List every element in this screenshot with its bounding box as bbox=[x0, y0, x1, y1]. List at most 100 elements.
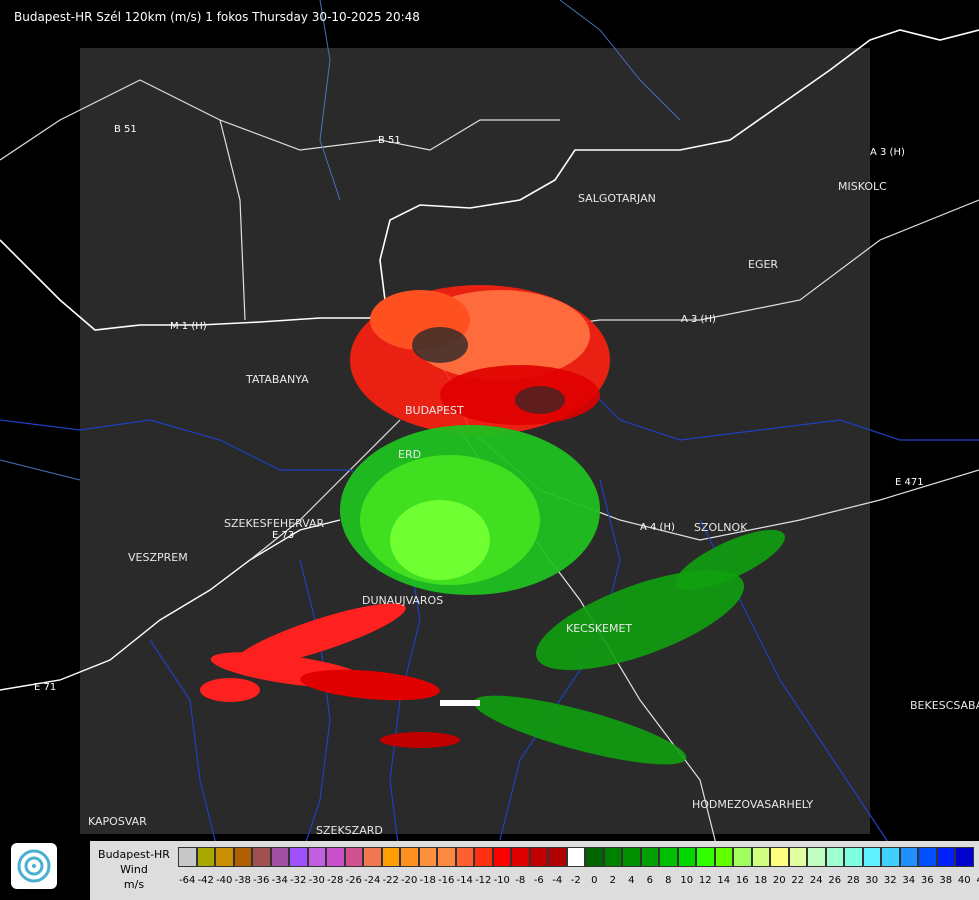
legend-swatch bbox=[474, 847, 493, 867]
city-label: VESZPREM bbox=[128, 551, 188, 564]
road-label: E 471 bbox=[895, 477, 924, 488]
legend-tick: -32 bbox=[290, 875, 307, 886]
legend-tick: 18 bbox=[754, 875, 768, 886]
road-label: B 51 bbox=[378, 135, 401, 146]
legend-tick: -38 bbox=[234, 875, 251, 886]
legend-tick: -34 bbox=[271, 875, 288, 886]
legend-tick: 40 bbox=[957, 875, 971, 886]
city-label: BUDAPEST bbox=[405, 404, 464, 417]
city-label: DUNAUJVAROS bbox=[362, 594, 443, 607]
legend-swatch bbox=[548, 847, 567, 867]
legend-swatch bbox=[825, 847, 844, 867]
legend-swatch bbox=[344, 847, 363, 867]
legend-swatch bbox=[178, 847, 197, 867]
legend-tick: -40 bbox=[216, 875, 233, 886]
legend-swatch bbox=[640, 847, 659, 867]
city-label: MISKOLC bbox=[838, 180, 887, 193]
legend-tick: 16 bbox=[735, 875, 749, 886]
legend-swatch bbox=[788, 847, 807, 867]
legend-swatch bbox=[400, 847, 419, 867]
legend-swatch bbox=[955, 847, 974, 867]
legend-tick: 42 bbox=[974, 875, 979, 889]
legend-swatch bbox=[862, 847, 881, 867]
city-label: BEKESCSABA bbox=[910, 699, 979, 712]
city-label: SZOLNOK bbox=[694, 521, 748, 534]
legend-tick: -28 bbox=[327, 875, 344, 886]
legend-tick: 10 bbox=[680, 875, 694, 886]
legend-tick: 30 bbox=[865, 875, 879, 886]
radar-map: SALGOTARJAN MISKOLC EGER TATABANYA BUDAPEST E… bbox=[0, 0, 979, 861]
legend-swatch bbox=[307, 847, 326, 867]
legend-tick: -36 bbox=[253, 875, 270, 886]
legend-tick: -42 bbox=[197, 875, 214, 886]
legend-swatch bbox=[807, 847, 826, 867]
service-logo-icon bbox=[11, 843, 57, 889]
legend-tick: 20 bbox=[772, 875, 786, 886]
legend-tick: 14 bbox=[717, 875, 731, 886]
legend-tick: -18 bbox=[419, 875, 436, 886]
legend-swatch bbox=[659, 847, 678, 867]
legend-swatch bbox=[381, 847, 400, 867]
legend-swatch bbox=[215, 847, 234, 867]
legend-tick: 32 bbox=[883, 875, 897, 886]
legend-swatch bbox=[455, 847, 474, 867]
legend-swatch bbox=[196, 847, 215, 867]
legend-tick: -10 bbox=[493, 875, 510, 886]
legend-swatch bbox=[733, 847, 752, 867]
road-label: A 4 (H) bbox=[640, 522, 675, 533]
legend-tick: 24 bbox=[809, 875, 823, 886]
legend-title-line1: Budapest-HR bbox=[98, 848, 170, 861]
map-title: Budapest-HR Szél 120km (m/s) 1 fokos Thu… bbox=[14, 10, 420, 24]
radar-echo-red-north bbox=[350, 285, 610, 435]
legend-tick: -16 bbox=[438, 875, 455, 886]
legend-tick: -12 bbox=[475, 875, 492, 886]
legend-title-line3: m/s bbox=[123, 878, 145, 891]
legend-swatch bbox=[326, 847, 345, 867]
legend-tick: 36 bbox=[920, 875, 934, 886]
city-label: SZEKSZARD bbox=[316, 824, 383, 837]
color-legend: Budapest-HR Wind m/s -64 -42 -40 -38 -36 -34-… bbox=[90, 841, 979, 900]
city-label: SALGOTARJAN bbox=[578, 192, 656, 205]
legend-swatch bbox=[714, 847, 733, 867]
road-label: A 3 (H) bbox=[870, 147, 905, 158]
legend-swatch bbox=[622, 847, 641, 867]
legend-swatch bbox=[936, 847, 955, 867]
legend-swatch bbox=[511, 847, 530, 867]
legend-swatch bbox=[289, 847, 308, 867]
legend-tick: -14 bbox=[456, 875, 473, 886]
legend-swatches bbox=[178, 847, 974, 869]
legend-swatch bbox=[529, 847, 548, 867]
city-label: SZEKESFEHERVAR bbox=[224, 517, 325, 530]
road-label: B 51 bbox=[114, 124, 137, 135]
legend-tick: -6 bbox=[533, 875, 544, 886]
legend-swatch bbox=[918, 847, 937, 867]
legend-tick: 4 bbox=[628, 875, 635, 886]
legend-tick: 0 bbox=[591, 875, 598, 886]
legend-title: Budapest-HR Wind m/s bbox=[90, 841, 178, 900]
legend-swatch bbox=[770, 847, 789, 867]
legend-tick: 12 bbox=[698, 875, 712, 886]
legend-tick: 38 bbox=[939, 875, 953, 886]
road-label: A 3 (H) bbox=[681, 314, 716, 325]
city-label: HODMEZOVASARHELY bbox=[692, 798, 813, 811]
legend-swatch bbox=[233, 847, 252, 867]
city-label: TATABANYA bbox=[245, 373, 309, 386]
road-label: M 1 (H) bbox=[170, 321, 207, 332]
legend-tick: 26 bbox=[828, 875, 842, 886]
legend-tick: 34 bbox=[902, 875, 916, 886]
city-label: EGER bbox=[748, 258, 778, 271]
legend-swatch bbox=[363, 847, 382, 867]
legend-tick: -20 bbox=[401, 875, 418, 886]
legend-swatch bbox=[585, 847, 604, 867]
legend-tick: -64 bbox=[179, 875, 196, 886]
city-label: KECSKEMET bbox=[566, 622, 632, 635]
road-label: E 71 bbox=[34, 682, 56, 693]
legend-tick: -30 bbox=[308, 875, 325, 886]
legend-tick: 6 bbox=[646, 875, 653, 886]
legend-ticks: -64 -42 -40 -38 -36 -34 -32 -30 -28 -26 -24 -22 -20-… bbox=[178, 875, 979, 889]
legend-swatch bbox=[677, 847, 696, 867]
legend-swatch bbox=[751, 847, 770, 867]
legend-tick: -24 bbox=[364, 875, 381, 886]
legend-swatch bbox=[437, 847, 456, 867]
legend-swatch bbox=[696, 847, 715, 867]
